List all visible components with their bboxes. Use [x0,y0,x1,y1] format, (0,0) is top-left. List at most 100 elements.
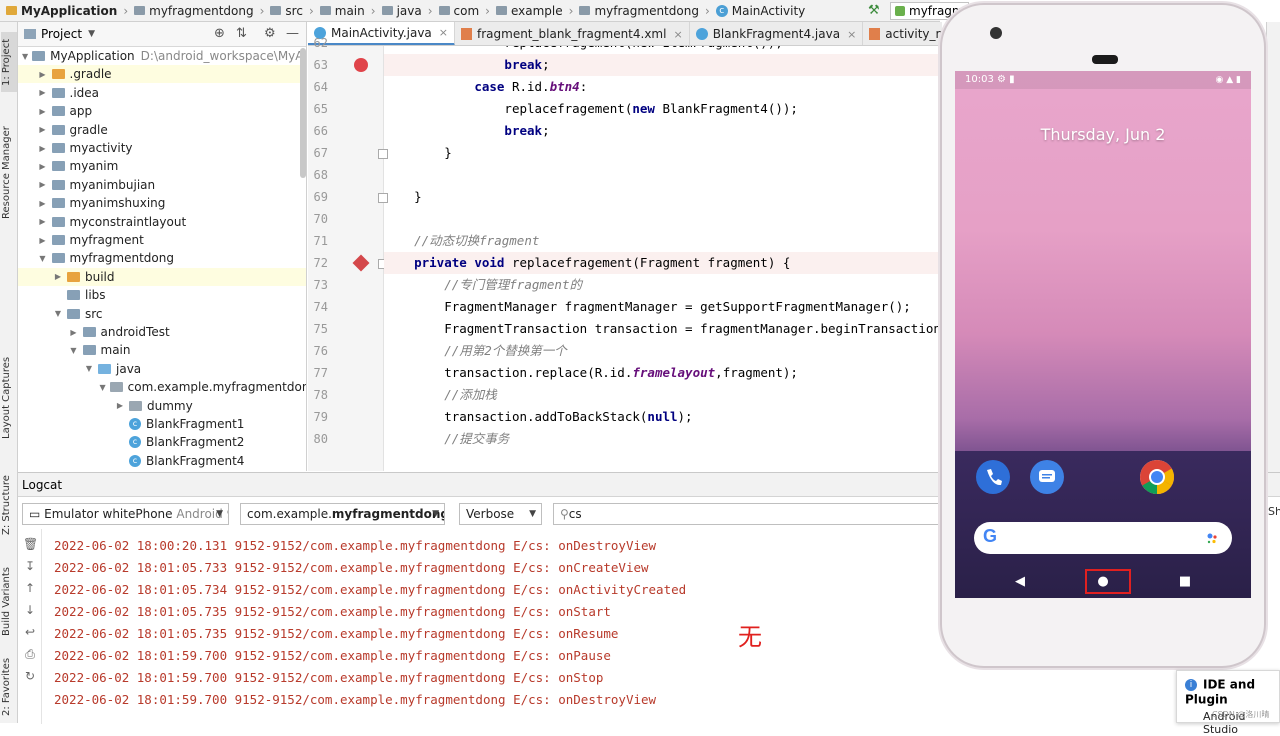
phone-app-icon[interactable] [976,460,1010,494]
device-dropdown[interactable]: ▭ Emulator whitePhone Android 9 ▼ [22,503,229,525]
arrow-down-icon[interactable]: ↓ [23,603,37,617]
log-level-dropdown[interactable]: Verbose ▼ [459,503,542,525]
chevron-down-icon[interactable]: ▼ [69,346,79,355]
editor-tab[interactable]: MainActivity.java × [308,22,455,45]
tab-build-variants[interactable]: Build Variants [1,557,17,647]
editor-tab[interactable]: activity_main.xml× [863,22,942,45]
tree-item[interactable]: ▶ dummy [18,397,306,415]
tree-item[interactable]: libs [18,286,306,304]
tree-item[interactable]: c BlankFragment4 [18,452,306,470]
chevron-down-icon[interactable]: ▼ [38,254,48,263]
chevron-down-icon[interactable]: ▼ [84,364,94,373]
method-breakpoint-icon[interactable] [352,254,370,272]
tree-item[interactable]: c BlankFragment1 [18,415,306,433]
chrome-app-icon[interactable] [1140,460,1174,494]
print-icon[interactable]: ⎙ [23,647,37,661]
tree-item[interactable]: ▶ androidTest [18,323,306,341]
chevron-right-icon[interactable]: ▶ [38,70,48,79]
back-icon[interactable]: ◀ [1010,574,1030,589]
chevron-down-icon[interactable]: ▼ [22,52,28,61]
chevron-right-icon[interactable]: ▶ [38,162,48,171]
chevron-right-icon[interactable]: ▶ [38,199,48,208]
tree-item[interactable]: ▶ myactivity [18,139,306,157]
tree-item[interactable]: ▶ myfragment [18,231,306,249]
tab-layout-captures[interactable]: Layout Captures [1,348,17,448]
tree-item[interactable]: ▼ com.example.myfragmentdong [18,378,307,396]
chevron-right-icon[interactable]: ▶ [53,272,63,281]
tree-item-label: myanimbujian [69,177,156,192]
tree-item[interactable]: ▼ java [18,360,306,378]
collapse-all-icon[interactable]: ⇅ [236,26,247,41]
tab-project[interactable]: 1: Project [1,32,17,92]
tree-item[interactable]: ▶ myconstraintlayout [18,213,306,231]
tree-item[interactable]: ▼ myfragmentdong [18,249,306,267]
crosshair-icon[interactable]: ⊕ [214,26,225,41]
process-dropdown[interactable]: com.example.myfragmentdong (9▼ [240,503,445,525]
tree-item[interactable]: ▼ MyApplication D:\android_workspace\MyApp… [18,47,306,65]
chevron-right-icon[interactable]: ▶ [38,180,48,189]
breadcrumb-item[interactable]: c MainActivity [710,4,805,18]
breadcrumb-item[interactable]: myfragmentdong › [573,4,710,18]
trash-icon[interactable]: 🗑 [23,537,38,551]
tree-item[interactable]: ▼ main [18,341,306,359]
editor-tab[interactable]: fragment_blank_fragment4.xml × [455,22,690,45]
tree-item[interactable]: ▶ myanimshuxing [18,194,306,212]
arrow-up-icon[interactable]: ↑ [23,581,37,595]
breadcrumb-item[interactable]: src › [264,4,314,18]
breadcrumb-item[interactable]: MyApplication › [0,4,128,18]
tab-structure[interactable]: Z: Structure [1,462,17,548]
chevron-right-icon[interactable]: ▶ [69,328,79,337]
breadcrumb-item[interactable]: myfragmentdong › [128,4,264,18]
chevron-right-icon[interactable]: ▶ [38,88,48,97]
tree-item[interactable]: ▶ gradle [18,121,306,139]
chevron-down-icon[interactable]: ▼ [53,309,63,318]
tree-item[interactable]: ▶ myanimbujian [18,176,306,194]
recents-icon[interactable]: ■ [1175,574,1195,589]
chevron-down-icon[interactable]: ▼ [100,383,106,392]
breadcrumb-item[interactable]: main › [314,4,376,18]
chevron-right-icon[interactable]: ▶ [38,107,48,116]
tab-resource-manager[interactable]: Resource Manager [1,118,17,228]
breakpoint-icon[interactable] [354,58,368,72]
search-icon: ⚲ [560,507,569,521]
close-icon[interactable]: × [847,28,856,41]
tree-item[interactable]: ▼ src [18,305,306,323]
chevron-right-icon[interactable]: ▶ [38,217,48,226]
assistant-icon[interactable] [1206,532,1218,544]
project-scrollbar[interactable] [300,48,306,178]
project-view-label[interactable]: Project [41,27,82,41]
code-area[interactable]: replacefragement(new ItemFragment()); br… [384,46,942,471]
close-icon[interactable]: × [673,28,682,41]
logcat-search-input[interactable]: ⚲cs [553,503,943,525]
google-search-bar[interactable]: G [974,522,1232,554]
minimize-icon[interactable]: — [286,26,299,41]
gear-icon[interactable]: ⚙ [264,26,276,41]
soft-wrap-icon[interactable]: ↩ [23,625,37,639]
breadcrumb-item[interactable]: java › [376,4,433,18]
editor-tab[interactable]: BlankFragment4.java × [690,22,864,45]
chevron-right-icon[interactable]: ▶ [38,125,48,134]
logcat-output[interactable]: 2022-06-02 18:00:20.131 9152-9152/com.ex… [54,535,954,711]
scroll-to-end-icon[interactable]: ↧ [23,559,37,573]
breadcrumb-item[interactable]: example › [490,4,573,18]
close-icon[interactable]: × [439,26,448,39]
chevron-down-icon[interactable]: ▼ [88,29,95,39]
breadcrumb-item[interactable]: com › [433,4,490,18]
chevron-right-icon[interactable]: ▶ [115,401,125,410]
tree-item[interactable]: ▶ .gradle [18,65,306,84]
chevron-right-icon[interactable]: ▶ [38,144,48,153]
build-hammer-icon[interactable]: ⚒ [868,4,882,18]
phone-screen[interactable]: 10:03 ⚙ ▮ ◉ ▲ ▮ Thursday, Jun 2 G ◀ ● ■ [955,71,1251,598]
chevron-right-icon[interactable]: ▶ [38,236,48,245]
messages-app-icon[interactable] [1030,460,1064,494]
tree-item[interactable]: ▶ .idea [18,84,306,102]
tree-item[interactable]: c BlankFragment2 [18,433,306,451]
tree-item[interactable]: ▶ build [18,267,306,286]
tab-favorites[interactable]: 2: Favorites [1,652,17,722]
tree-item[interactable]: ▶ myanim [18,157,306,175]
restart-icon[interactable]: ↻ [23,669,37,683]
tree-item[interactable]: ▶ app [18,102,306,120]
